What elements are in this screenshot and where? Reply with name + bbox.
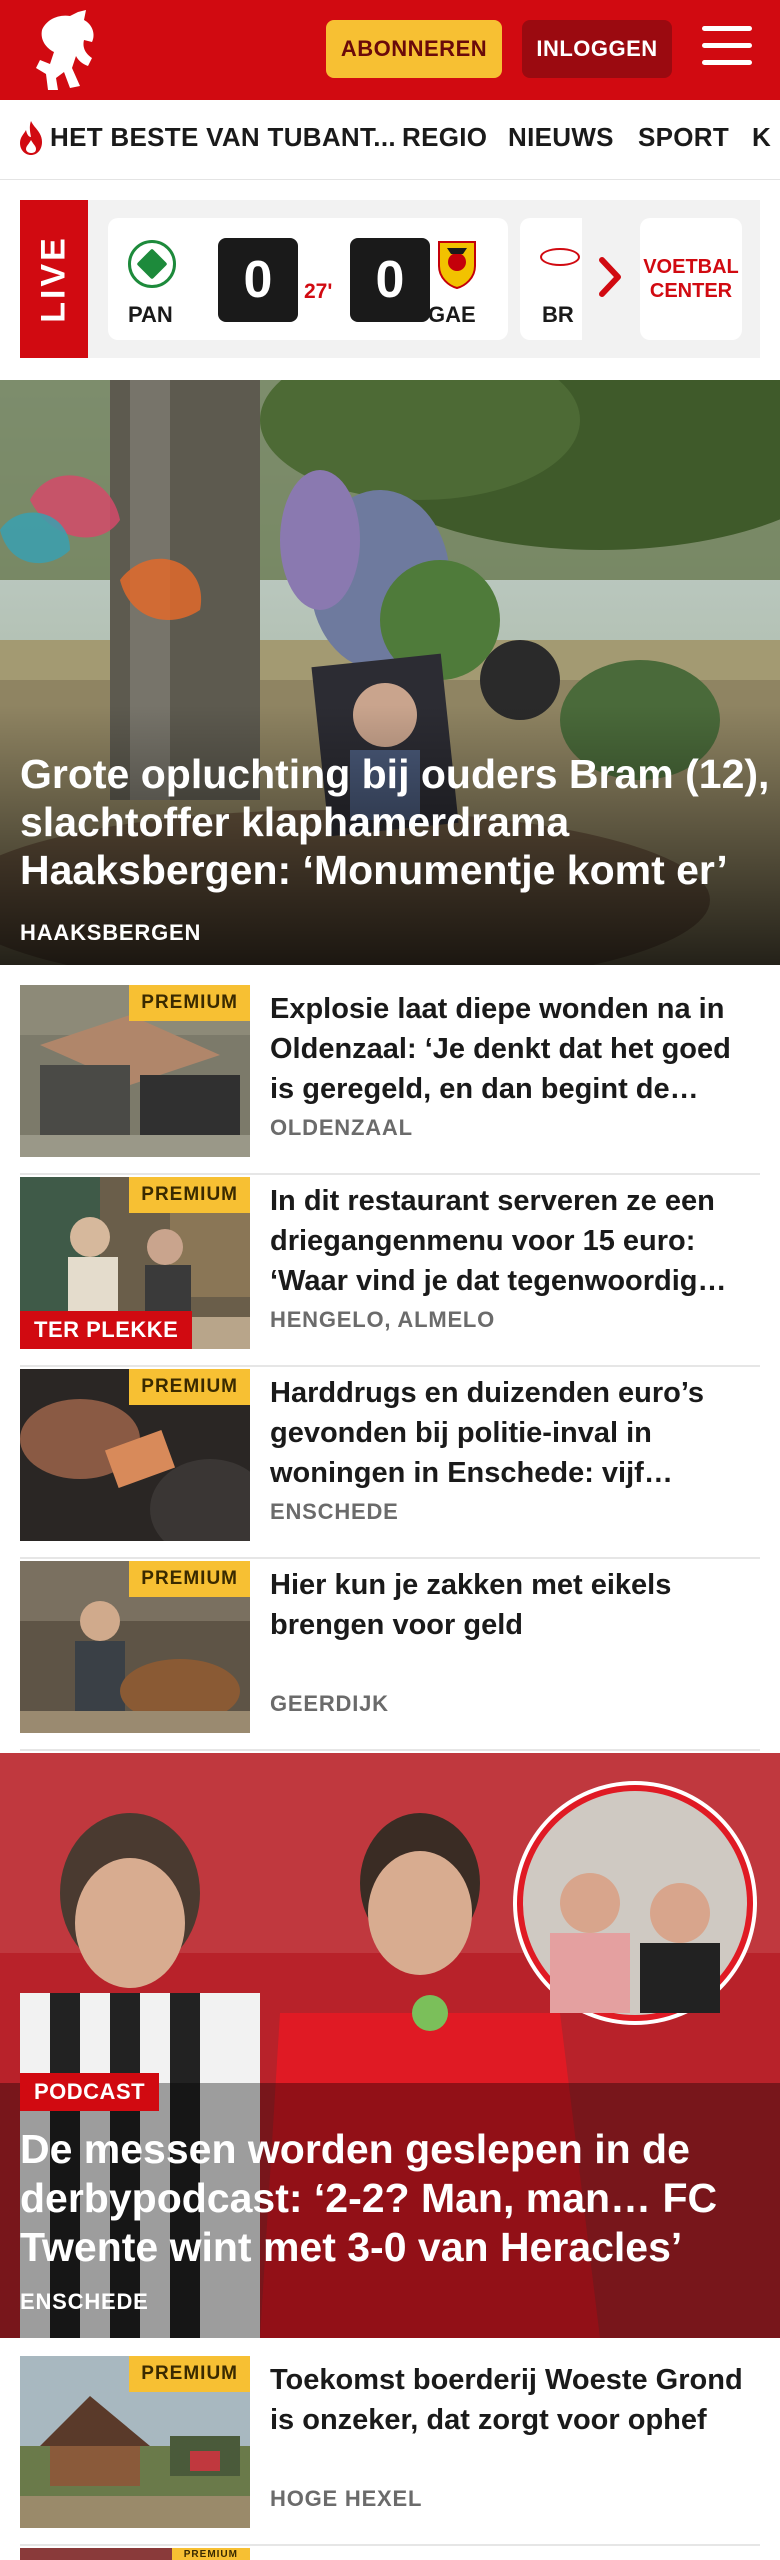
article-item[interactable]: PREMIUM TER PLEKKE In dit restaurant ser…: [20, 1177, 760, 1367]
article-thumbnail: PREMIUM: [20, 2356, 250, 2528]
article-location: ENSCHEDE: [270, 1499, 399, 1524]
article-thumbnail: PREMIUM TER PLEKKE: [20, 1177, 250, 1349]
nav-item-more[interactable]: K: [752, 122, 771, 153]
article-thumbnail: PREMIUM: [20, 985, 250, 1157]
podcast-tag: PODCAST: [20, 2073, 160, 2111]
premium-badge: PREMIUM: [129, 985, 250, 1021]
away-team-name: GAE: [428, 302, 476, 327]
top-bar: ABONNEREN INLOGGEN: [0, 0, 780, 100]
article-item[interactable]: PREMIUM Hier kun je zakken met eikels br…: [20, 1561, 760, 1751]
login-button[interactable]: INLOGGEN: [522, 20, 672, 78]
voetbal-center-link[interactable]: VOETBAL CENTER: [640, 218, 742, 340]
article-title[interactable]: In dit restaurant serveren ze een driega…: [270, 1181, 760, 1301]
podcast-title[interactable]: De messen worden geslepen in de derbypod…: [20, 2125, 760, 2272]
article-item[interactable]: PREMIUM Harddrugs en duizenden euro’s ge…: [20, 1369, 760, 1559]
ter-plekke-tag: TER PLEKKE: [20, 1311, 193, 1349]
article-location: HOGE HEXEL: [270, 2486, 423, 2511]
podcast-article[interactable]: PODCAST De messen worden geslepen in de …: [0, 1753, 780, 2338]
article-thumbnail: PREMIUM: [20, 1561, 250, 1733]
premium-badge: PREMIUM: [129, 1177, 250, 1213]
horse-logo-icon[interactable]: [26, 8, 106, 92]
chevron-right-icon[interactable]: [596, 252, 626, 302]
podcast-location: ENSCHEDE: [20, 2289, 149, 2314]
article-item[interactable]: PREMIUM Explosie laat diepe wonden na in…: [20, 985, 760, 1175]
next-match-card[interactable]: BR: [520, 218, 582, 340]
hero-location: HAAKSBERGEN: [20, 920, 202, 945]
article-item[interactable]: PREMIUM: [20, 2548, 760, 2560]
premium-badge: PREMIUM: [171, 2548, 250, 2560]
away-score: 0: [350, 238, 430, 322]
live-scores-widget: LIVE PAN 0 27' 0 GAE BR VOETBAL CENTER: [20, 200, 760, 358]
braga-logo-icon: [540, 248, 580, 266]
nav-item-best-of[interactable]: HET BESTE VAN TUBANT...: [50, 122, 396, 153]
premium-badge: PREMIUM: [129, 1561, 250, 1597]
home-score: 0: [218, 238, 298, 322]
hero-article[interactable]: Grote opluchting bij ouders Bram (12), s…: [0, 380, 780, 965]
next-team-name: BR: [542, 302, 574, 327]
article-thumbnail: PREMIUM: [20, 2548, 250, 2560]
article-thumbnail: PREMIUM: [20, 1369, 250, 1541]
article-title[interactable]: Toekomst boerderij Woeste Grond is onzek…: [270, 2360, 760, 2440]
flame-icon: [20, 121, 42, 155]
article-title[interactable]: Explosie laat diepe wonden na in Oldenza…: [270, 989, 760, 1109]
subscribe-button[interactable]: ABONNEREN: [326, 20, 502, 78]
match-minute: 27': [304, 280, 333, 303]
premium-badge: PREMIUM: [129, 1369, 250, 1405]
panathinaikos-logo-icon: [128, 240, 176, 288]
article-location: GEERDIJK: [270, 1691, 389, 1716]
hamburger-menu-icon[interactable]: [702, 26, 752, 70]
article-location: HENGELO, ALMELO: [270, 1307, 496, 1332]
go-ahead-eagles-logo-icon: [438, 241, 476, 290]
article-title[interactable]: Harddrugs en duizenden euro’s gevonden b…: [270, 1373, 760, 1493]
hero-title[interactable]: Grote opluchting bij ouders Bram (12), s…: [20, 750, 770, 894]
article-item[interactable]: PREMIUM Toekomst boerderij Woeste Grond …: [20, 2356, 760, 2546]
match-card[interactable]: PAN 0 27' 0 GAE: [108, 218, 508, 340]
article-title[interactable]: Hier kun je zakken met eikels brengen vo…: [270, 1565, 760, 1645]
live-label: LIVE: [20, 200, 88, 358]
premium-badge: PREMIUM: [129, 2356, 250, 2392]
article-location: OLDENZAAL: [270, 1115, 413, 1140]
nav-item-regio[interactable]: REGIO: [402, 122, 487, 153]
nav-item-sport[interactable]: SPORT: [638, 122, 729, 153]
home-team-name: PAN: [128, 302, 173, 327]
main-nav: HET BESTE VAN TUBANT... REGIO NIEUWS SPO…: [0, 100, 780, 180]
nav-item-nieuws[interactable]: NIEUWS: [508, 122, 614, 153]
